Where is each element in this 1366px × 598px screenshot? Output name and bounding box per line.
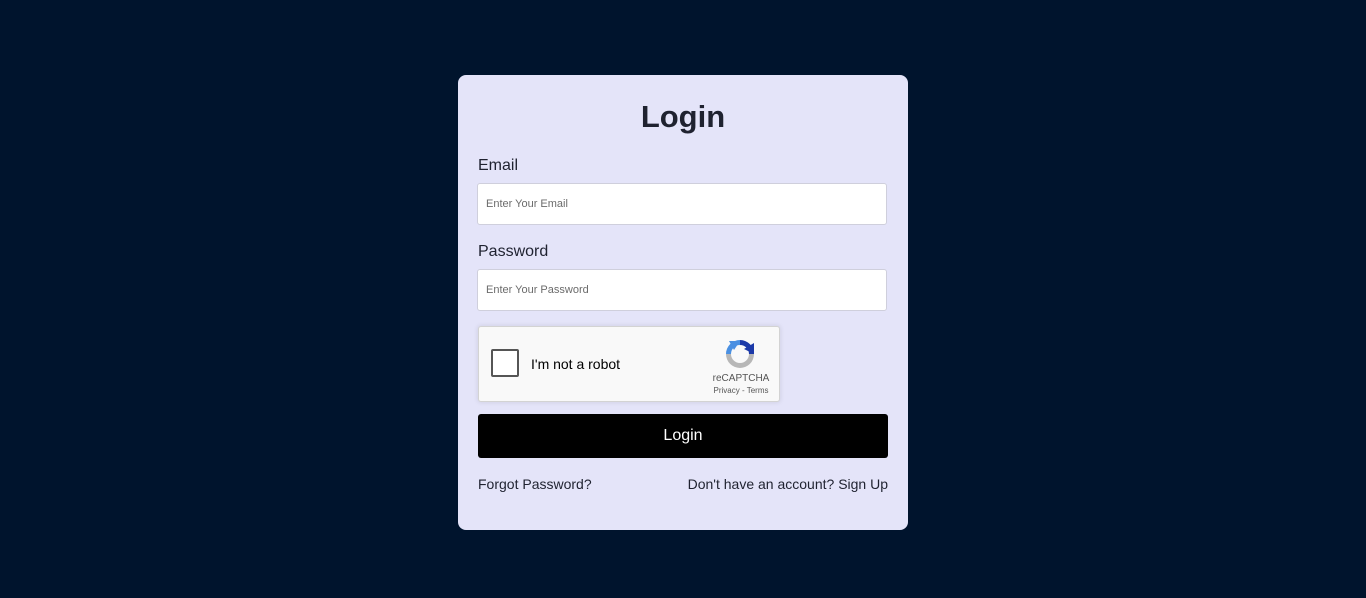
recaptcha-brand: reCAPTCHA xyxy=(712,373,770,384)
no-account-text: Don't have an account? xyxy=(687,476,835,492)
link-separator: - xyxy=(739,386,747,395)
password-label: Password xyxy=(478,243,549,260)
email-label: Email xyxy=(478,157,519,174)
password-field[interactable] xyxy=(477,269,887,311)
signup-link[interactable]: Sign Up xyxy=(838,476,888,492)
recaptcha-checkbox[interactable] xyxy=(491,349,519,377)
email-field[interactable] xyxy=(477,183,887,225)
forgot-password-link[interactable]: Forgot Password? xyxy=(478,476,592,492)
signup-prompt: Don't have an account? Sign Up xyxy=(688,476,888,492)
privacy-link[interactable]: Privacy xyxy=(714,386,740,395)
recaptcha-links: Privacy - Terms xyxy=(701,386,781,395)
recaptcha-logo-icon xyxy=(726,340,754,368)
recaptcha-widget: I'm not a robot reCAPTCHA Privacy - Term… xyxy=(478,326,780,402)
recaptcha-label: I'm not a robot xyxy=(531,356,621,372)
page-title: Login xyxy=(640,99,726,134)
login-card: Login Email Password I'm not a robot reC… xyxy=(458,75,908,530)
terms-link[interactable]: Terms xyxy=(747,386,769,395)
login-button[interactable]: Login xyxy=(478,414,888,458)
